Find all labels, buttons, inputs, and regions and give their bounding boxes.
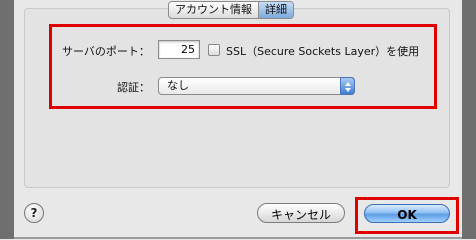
window-edge-right xyxy=(462,0,476,239)
window-edge-left xyxy=(0,0,14,239)
settings-highlight-box xyxy=(49,24,437,109)
sheet-bottom-border xyxy=(14,237,462,239)
tab-control: アカウント情報 詳細 xyxy=(168,1,294,19)
tab-account-info[interactable]: アカウント情報 xyxy=(169,2,259,18)
tab-details[interactable]: 詳細 xyxy=(259,2,293,18)
ok-highlight-box xyxy=(355,197,459,234)
cancel-button[interactable]: キャンセル xyxy=(257,203,345,223)
help-button[interactable]: ? xyxy=(24,203,44,223)
